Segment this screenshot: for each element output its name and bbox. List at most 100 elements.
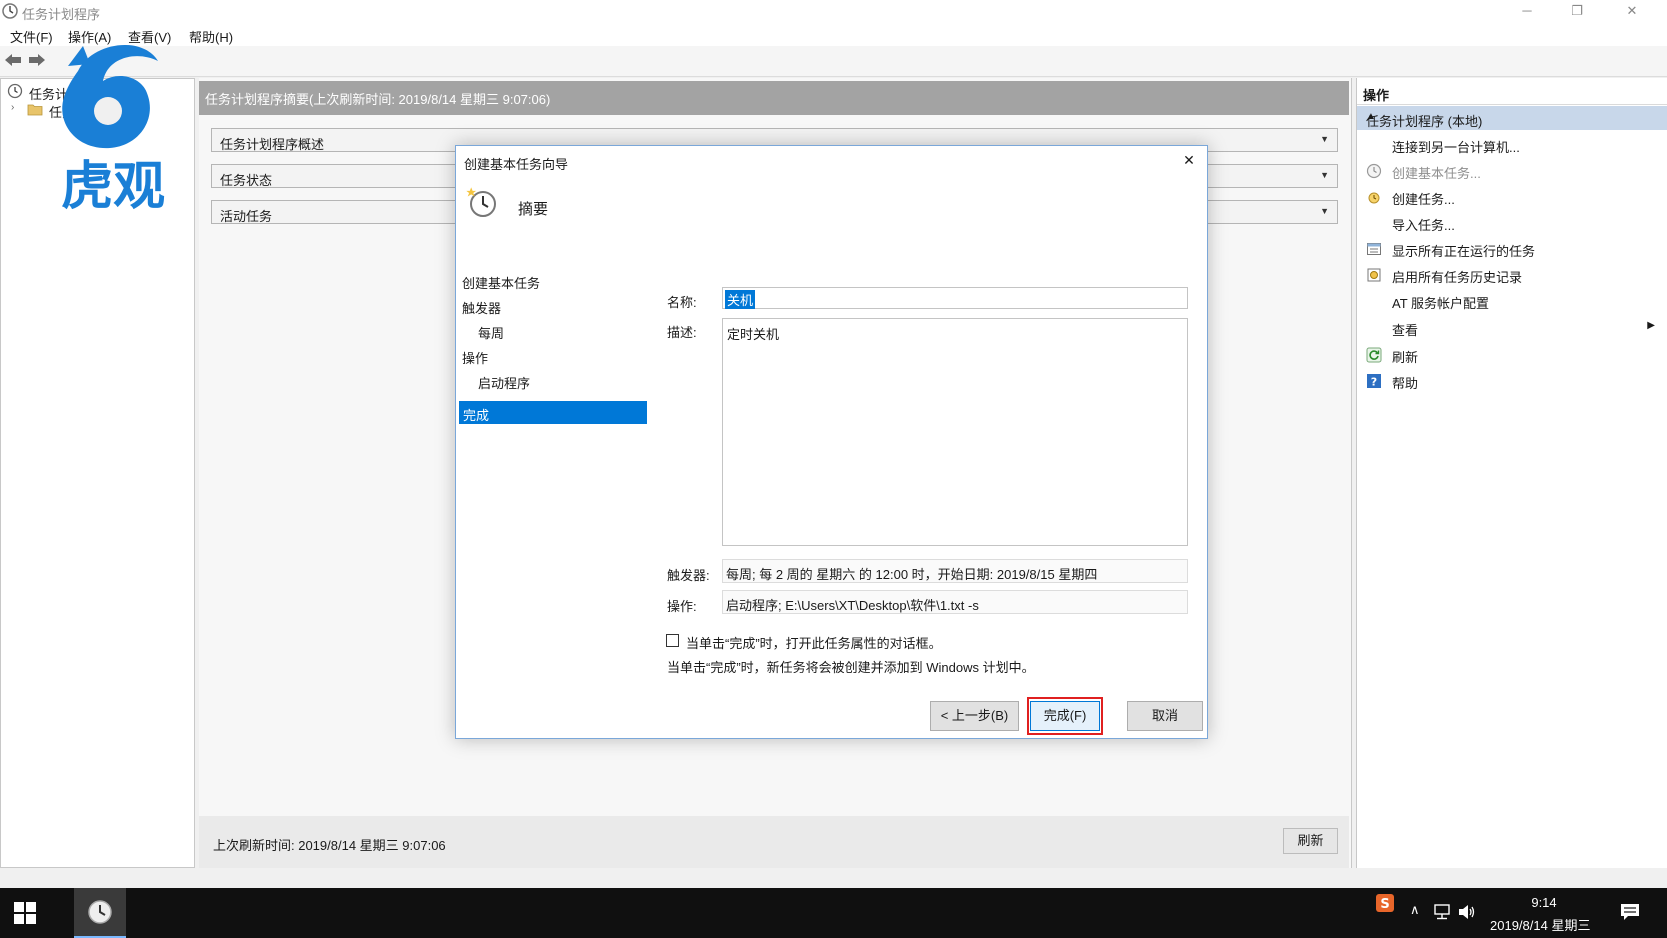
clock-icon: [7, 83, 23, 99]
minimize-button[interactable]: ─: [1505, 0, 1549, 24]
clock-icon: [1366, 163, 1382, 179]
svg-text:S: S: [1380, 897, 1389, 912]
task-wizard-icon: [466, 187, 496, 217]
running-tasks-icon: [1367, 243, 1381, 255]
back-button[interactable]: < 上一步(B): [930, 701, 1019, 731]
action-label: 创建基本任务...: [1392, 166, 1481, 181]
close-window-button[interactable]: ✕: [1610, 0, 1654, 24]
action-show-running[interactable]: 显示所有正在运行的任务: [1357, 236, 1667, 262]
trigger-value: 每周; 每 2 周的 星期六 的 12:00 时，开始日期: 2019/8/15…: [726, 567, 1098, 582]
new-task-icon: [1368, 192, 1380, 204]
action-create-task[interactable]: 创建任务...: [1357, 184, 1667, 210]
action-enable-history[interactable]: 启用所有任务历史记录: [1357, 262, 1667, 288]
wizard-step[interactable]: 每周: [478, 323, 504, 342]
action-value: 启动程序; E:\Users\XT\Desktop\软件\1.txt -s: [726, 598, 979, 613]
dialog-heading: 摘要: [518, 201, 549, 218]
submenu-arrow-icon: ▶: [1647, 320, 1655, 331]
window-title: 任务计划程序: [22, 7, 101, 22]
description-field[interactable]: 定时关机: [722, 318, 1188, 546]
wizard-step[interactable]: 启动程序: [478, 373, 530, 392]
action-label: 帮助: [1392, 376, 1419, 391]
summary-header: 任务计划程序摘要(上次刷新时间: 2019/8/14 星期三 9:07:06): [199, 81, 1349, 115]
name-label: 名称:: [667, 295, 697, 310]
name-value: 关机: [725, 290, 756, 309]
open-properties-label[interactable]: 当单击“完成”时，打开此任务属性的对话框。: [686, 633, 942, 652]
dropdown-arrow-icon: ▼: [1320, 206, 1329, 216]
actions-header: 操作: [1357, 78, 1667, 105]
create-basic-task-dialog: 创建基本任务向导 ✕ 摘要 创建基本任务 触发器 每周 操作 启动程序 完成 名…: [455, 145, 1208, 739]
action-create-basic-task[interactable]: 创建基本任务...: [1357, 158, 1667, 184]
menu-help[interactable]: 帮助(H): [189, 27, 233, 46]
section-label: 活动任务: [220, 209, 273, 224]
section-label: 任务状态: [220, 173, 273, 188]
dropdown-arrow-icon: ▼: [1320, 170, 1329, 180]
watermark-text: 虎观: [61, 157, 165, 216]
windows-start-icon[interactable]: [14, 902, 36, 924]
actions-group[interactable]: 任务计划程序 (本地) ▲: [1357, 106, 1667, 130]
wizard-step[interactable]: 触发器: [462, 298, 501, 317]
toolbar: [0, 46, 1667, 77]
collapse-up-icon[interactable]: ▲: [1366, 111, 1657, 122]
summary-header-text: 任务计划程序摘要(上次刷新时间: 2019/8/14 星期三 9:07:06): [205, 92, 551, 107]
dialog-close-icon[interactable]: ✕: [1179, 152, 1199, 170]
description-label: 描述:: [667, 325, 697, 340]
action-refresh[interactable]: 刷新: [1357, 342, 1667, 368]
title-bar: 任务计划程序 ─ ❐ ✕: [0, 0, 1667, 24]
action-label: 连接到另一台计算机...: [1392, 140, 1520, 155]
wizard-step[interactable]: 操作: [462, 348, 488, 367]
taskbar: S ∧ 9:14 2019/8/14 星期三: [0, 888, 1667, 938]
network-icon[interactable]: [1433, 904, 1451, 920]
action-view[interactable]: 查看 ▶: [1357, 315, 1667, 341]
action-label: AT 服务帐户配置: [1392, 296, 1490, 311]
last-refresh-text: 上次刷新时间: 2019/8/14 星期三 9:07:06: [213, 838, 446, 853]
action-label: 刷新: [1392, 350, 1419, 365]
input-method-icon[interactable]: S: [1376, 894, 1394, 912]
task-scheduler-icon: [2, 3, 18, 19]
open-properties-checkbox[interactable]: [666, 634, 679, 647]
action-label: 导入任务...: [1392, 218, 1455, 233]
expand-chevron-icon[interactable]: ›: [11, 102, 14, 113]
restore-button[interactable]: ❐: [1555, 0, 1599, 24]
clock-time[interactable]: 9:14: [1530, 895, 1558, 910]
forward-arrow-icon[interactable]: [28, 52, 46, 68]
actions-pane: 操作 任务计划程序 (本地) ▲ 连接到另一台计算机... 创建基本任务... …: [1356, 78, 1667, 868]
refresh-button[interactable]: 刷新: [1283, 828, 1338, 854]
action-import-task[interactable]: 导入任务...: [1357, 210, 1667, 236]
dialog-title: 创建基本任务向导: [464, 157, 569, 172]
svg-text:?: ?: [1371, 376, 1377, 389]
menu-bar: 文件(F) 操作(A) 查看(V) 帮助(H): [0, 24, 1667, 46]
cancel-button[interactable]: 取消: [1127, 701, 1203, 731]
wizard-step-active[interactable]: 完成: [459, 401, 647, 424]
finish-highlight-box: [1027, 697, 1103, 735]
action-label: 操作:: [667, 599, 697, 614]
folder-icon: [27, 104, 43, 116]
task-scheduler-icon: [88, 900, 112, 924]
help-icon: ?: [1367, 374, 1381, 389]
finish-info-text: 当单击“完成”时，新任务将会被创建并添加到 Windows 计划中。: [667, 660, 1035, 675]
menu-file[interactable]: 文件(F): [10, 27, 53, 46]
action-label: 启用所有任务历史记录: [1392, 270, 1523, 285]
action-help[interactable]: ? 帮助: [1357, 368, 1667, 394]
clock-date[interactable]: 2019/8/14 星期三: [1490, 915, 1590, 934]
action-label: 创建任务...: [1392, 192, 1455, 207]
actions-header-label: 操作: [1363, 88, 1390, 103]
wizard-step[interactable]: 创建基本任务: [462, 273, 540, 292]
action-label: 显示所有正在运行的任务: [1392, 244, 1536, 259]
tray-expand-icon[interactable]: ∧: [1410, 902, 1420, 918]
refresh-icon: [1366, 347, 1382, 363]
action-field: 启动程序; E:\Users\XT\Desktop\软件\1.txt -s: [722, 590, 1188, 614]
wizard-step-label: 完成: [463, 408, 490, 423]
action-at-service-account[interactable]: AT 服务帐户配置: [1357, 288, 1667, 314]
taskbar-task-scheduler[interactable]: [74, 888, 126, 938]
volume-icon[interactable]: [1458, 904, 1476, 920]
watermark-logo: 虎观: [61, 44, 165, 216]
trigger-label: 触发器:: [667, 568, 710, 583]
back-arrow-icon[interactable]: [4, 52, 22, 68]
action-connect[interactable]: 连接到另一台计算机...: [1357, 132, 1667, 158]
notification-icon[interactable]: [1620, 903, 1640, 921]
description-value: 定时关机: [727, 327, 780, 342]
dropdown-arrow-icon: ▼: [1320, 134, 1329, 144]
history-icon: [1367, 268, 1381, 282]
name-field[interactable]: 关机: [722, 287, 1188, 309]
action-label: 查看: [1392, 323, 1419, 338]
